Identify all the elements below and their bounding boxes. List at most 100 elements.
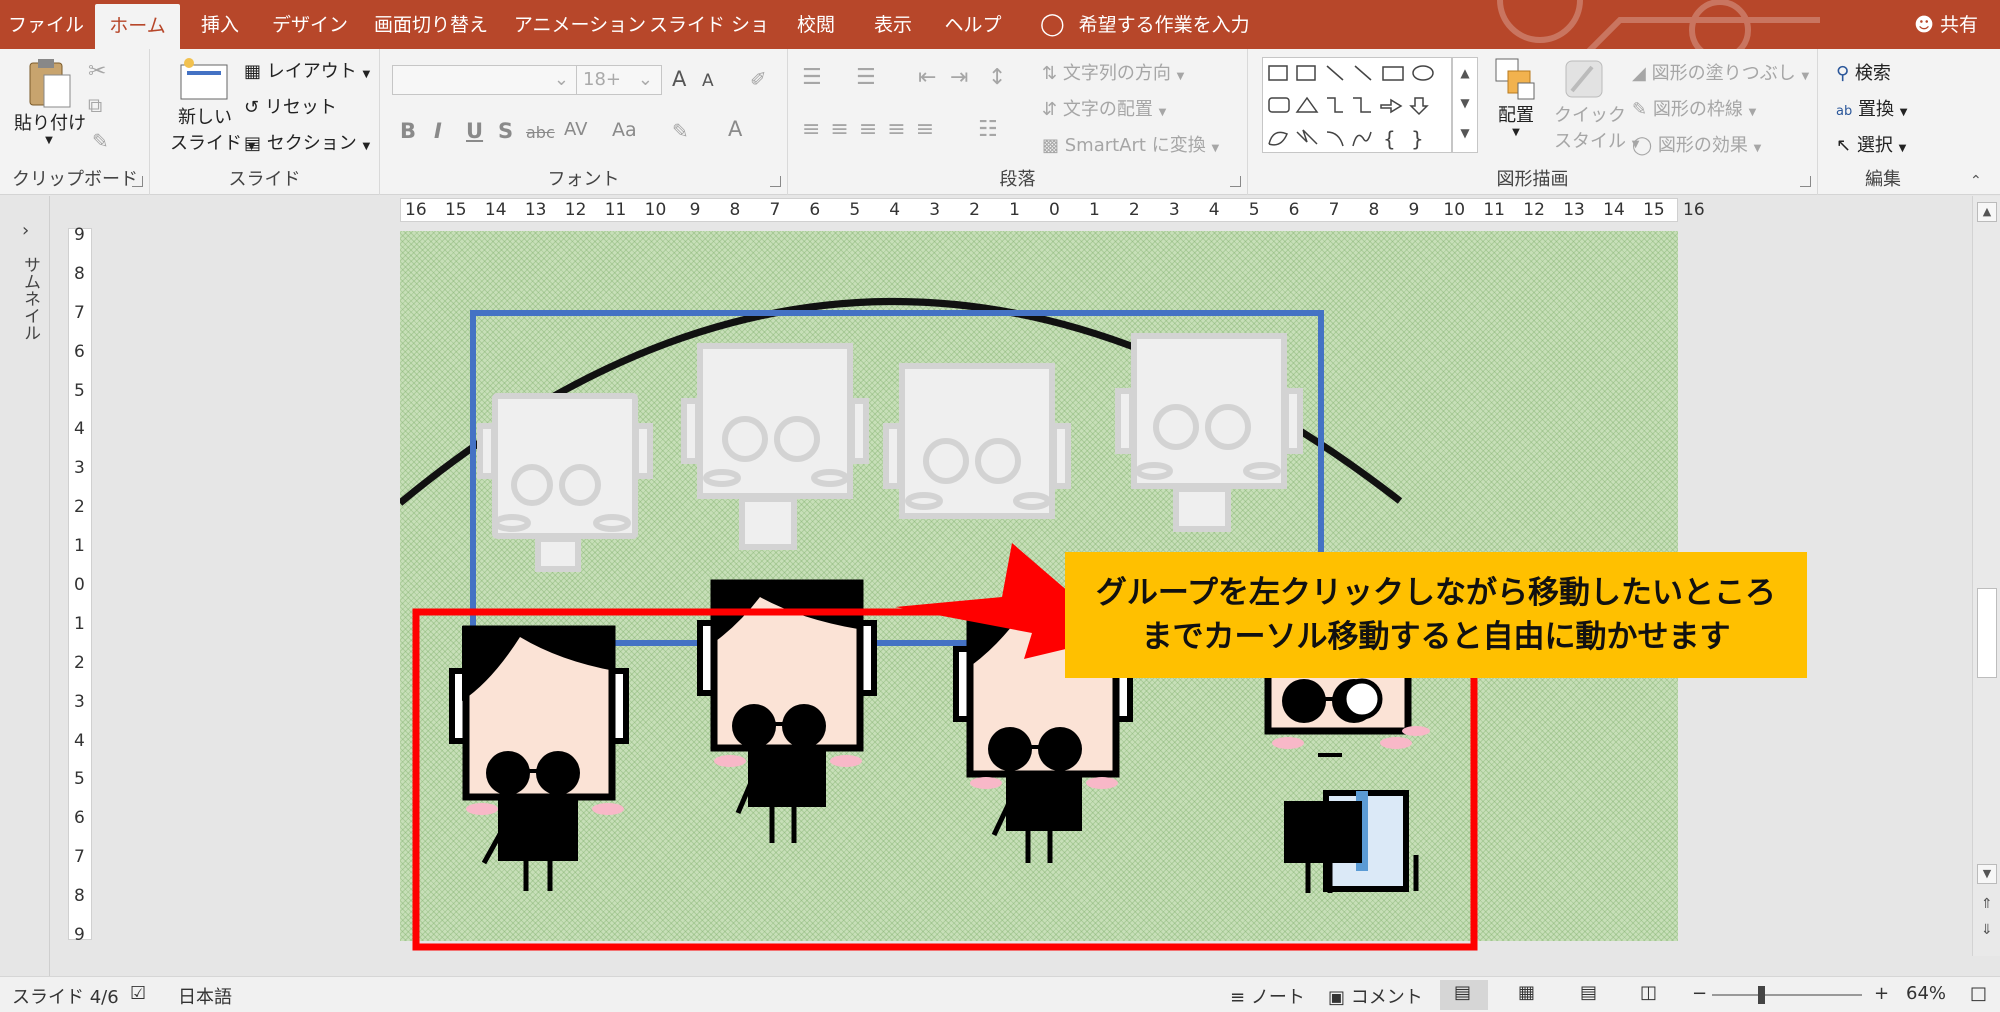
tab-transitions[interactable]: 画面切り替え xyxy=(366,0,496,49)
ruler-tick-label: 1 xyxy=(74,613,85,634)
change-case-button[interactable]: Aa xyxy=(612,119,637,141)
slide-canvas[interactable]: グループを左クリックしながら移動したいところ までカーソル移動すると自由に動かせ… xyxy=(400,231,1807,951)
shadow-button[interactable]: S xyxy=(498,119,513,143)
gallery-scroll[interactable]: ▲ ▼ ▼ xyxy=(1452,57,1478,153)
slideshow-button[interactable]: ◫ xyxy=(1626,980,1674,1010)
scroll-down-icon[interactable]: ▼ xyxy=(1977,864,1997,884)
shapes-gallery[interactable]: {} xyxy=(1262,57,1452,153)
arrange-button[interactable]: 配置 ▼ xyxy=(1488,57,1544,138)
ghost-character xyxy=(883,363,1071,519)
tab-animations[interactable]: アニメーション xyxy=(506,0,654,49)
gallery-more-icon[interactable]: ▼ xyxy=(1453,118,1477,148)
bold-button[interactable]: B xyxy=(400,119,416,143)
reset-button[interactable]: ↺ リセット xyxy=(244,93,337,119)
shape-fill-button[interactable]: ◢ 図形の塗りつぶし ▼ xyxy=(1632,59,1809,85)
shape-effects-button[interactable]: ◯ 図形の効果 ▼ xyxy=(1632,131,1761,157)
pen-icon: ✎ xyxy=(1632,99,1648,120)
font-color-button[interactable]: A xyxy=(728,117,742,141)
font-size-combo[interactable]: 18+ ⌄ xyxy=(576,65,662,95)
solid-character xyxy=(697,579,877,843)
replace-label: 置換 xyxy=(1857,99,1894,120)
format-painter-icon[interactable]: ✎ xyxy=(92,129,109,153)
chevron-right-icon[interactable]: › xyxy=(22,220,29,241)
select-button[interactable]: ↖ 選択 ▼ xyxy=(1836,131,1906,157)
comments-button[interactable]: ▣ コメント xyxy=(1328,983,1423,1009)
zoom-level[interactable]: 64% xyxy=(1906,983,1946,1004)
clear-format-icon[interactable]: ✐ xyxy=(750,67,767,91)
columns-icon[interactable]: ☷ xyxy=(978,117,998,142)
cut-icon[interactable]: ✂ xyxy=(88,59,106,84)
tab-review[interactable]: 校閲 xyxy=(786,0,846,49)
text-direction-button[interactable]: ⇅ 文字列の方向 ▼ xyxy=(1042,59,1184,85)
clipboard-launcher-icon[interactable] xyxy=(132,176,143,187)
tab-file[interactable]: ファイル xyxy=(0,0,92,49)
zoom-slider[interactable] xyxy=(1712,986,1862,1004)
align-text-button[interactable]: ⇵ 文字の配置 ▼ xyxy=(1042,95,1166,121)
notes-button[interactable]: ≡ ノート xyxy=(1230,983,1305,1009)
instruction-callout[interactable]: グループを左クリックしながら移動したいところ までカーソル移動すると自由に動かせ… xyxy=(1065,552,1807,678)
highlight-icon[interactable]: ✎ xyxy=(672,119,689,143)
thumbnails-label[interactable]: サムネイル xyxy=(18,256,43,341)
italic-button[interactable]: I xyxy=(434,119,442,143)
font-launcher-icon[interactable] xyxy=(770,176,781,187)
reading-view-button[interactable]: ▤ xyxy=(1566,980,1614,1010)
line-spacing-icon[interactable]: ↕ xyxy=(988,65,1006,90)
scroll-up-icon[interactable]: ▲ xyxy=(1977,202,1997,222)
tab-view[interactable]: 表示 xyxy=(862,0,924,49)
tell-me-box[interactable]: ◯ 希望する作業を入力 xyxy=(1040,0,1280,49)
tab-home[interactable]: ホーム xyxy=(95,4,180,49)
new-slide-icon xyxy=(180,58,228,100)
tab-slideshow[interactable]: スライド ショー xyxy=(648,0,770,49)
copy-icon[interactable]: ⧉ xyxy=(88,93,102,117)
ruler-tick-label: 0 xyxy=(1049,200,1060,220)
language-indicator[interactable]: 日本語 xyxy=(178,983,232,1009)
numbering-icon[interactable]: ☰ xyxy=(856,65,876,90)
underline-button[interactable]: U xyxy=(466,119,483,143)
spellcheck-icon[interactable]: ☑ xyxy=(130,983,146,1004)
horizontal-ruler[interactable]: 16 15 14 13 12 11 10 9 8 7 6 5 4 3 2 1 0 1 2 3 4 5 6 7 8 9 10 11 12 1… xyxy=(400,198,1705,222)
drawing-launcher-icon[interactable] xyxy=(1800,176,1811,187)
increase-indent-icon[interactable]: ⇥ xyxy=(950,65,968,90)
bullets-icon[interactable]: ☰ xyxy=(802,65,822,90)
previous-slide-icon[interactable]: ⇑ xyxy=(1981,896,1993,912)
paste-button[interactable]: 貼り付け ▼ xyxy=(14,57,86,146)
scroll-thumb[interactable] xyxy=(1977,588,1997,678)
vertical-ruler[interactable]: 9 8 7 6 5 4 3 2 1 0 1 2 3 4 5 6 7 8 9 xyxy=(68,225,92,945)
chevron-up-icon[interactable]: ▲ xyxy=(1453,58,1477,88)
new-slide-button[interactable]: 新しい スライド ▼ xyxy=(170,57,255,155)
layout-button[interactable]: ▦ レイアウト ▼ xyxy=(244,57,370,83)
text-direction-label: 文字列の方向 xyxy=(1062,63,1171,84)
vertical-scrollbar[interactable]: ▲ ▼ ⇑ ⇓ xyxy=(1972,196,2000,956)
share-button[interactable]: ☻ 共有 xyxy=(1914,0,1978,49)
collapse-ribbon-icon[interactable]: ⌃ xyxy=(1970,173,1982,189)
smartart-button[interactable]: ▩ SmartArt に変換 ▼ xyxy=(1042,131,1219,157)
slide-sorter-button[interactable]: ▦ xyxy=(1504,980,1552,1010)
decrease-indent-icon[interactable]: ⇤ xyxy=(918,65,936,90)
chevron-down-icon[interactable]: ▼ xyxy=(1453,88,1477,118)
replace-button[interactable]: ab 置換 ▼ xyxy=(1836,95,1907,121)
powerpoint-window: ファイル ホーム 挿入 デザイン 画面切り替え アニメーション スライド ショー… xyxy=(0,0,2000,1012)
tab-help[interactable]: ヘルプ xyxy=(940,0,1006,49)
normal-view-button[interactable]: ▤ xyxy=(1440,980,1488,1010)
alignment-icons[interactable]: ≡≡≡≡≡ xyxy=(802,117,944,142)
font-name-combo[interactable]: ⌄ xyxy=(392,65,578,95)
char-spacing-button[interactable]: AV xyxy=(564,119,587,140)
next-slide-icon[interactable]: ⇓ xyxy=(1981,922,1993,938)
grow-font-button[interactable]: A xyxy=(672,67,686,91)
tab-insert[interactable]: 挿入 xyxy=(187,0,253,49)
shrink-font-button[interactable]: A xyxy=(702,71,714,91)
ruler-tick-label: 3 xyxy=(74,458,85,479)
section-button[interactable]: ▤ セクション ▼ xyxy=(244,129,370,155)
paragraph-launcher-icon[interactable] xyxy=(1230,176,1241,187)
quick-styles-button[interactable]: クイック スタイル ▼ xyxy=(1554,57,1639,153)
zoom-in-icon[interactable]: + xyxy=(1874,983,1889,1004)
ruler-tick-label: 7 xyxy=(74,847,85,868)
zoom-slider-thumb[interactable] xyxy=(1758,986,1765,1004)
tab-design[interactable]: デザイン xyxy=(264,0,356,49)
ribbon-tab-bar: ファイル ホーム 挿入 デザイン 画面切り替え アニメーション スライド ショー… xyxy=(0,0,2000,49)
fit-to-window-icon[interactable]: □ xyxy=(1970,983,1987,1004)
strikethrough-button[interactable]: abc xyxy=(526,123,555,142)
shape-outline-button[interactable]: ✎ 図形の枠線 ▼ xyxy=(1632,95,1756,121)
find-button[interactable]: ⚲ 検索 xyxy=(1836,59,1891,85)
zoom-out-icon[interactable]: − xyxy=(1692,983,1707,1004)
